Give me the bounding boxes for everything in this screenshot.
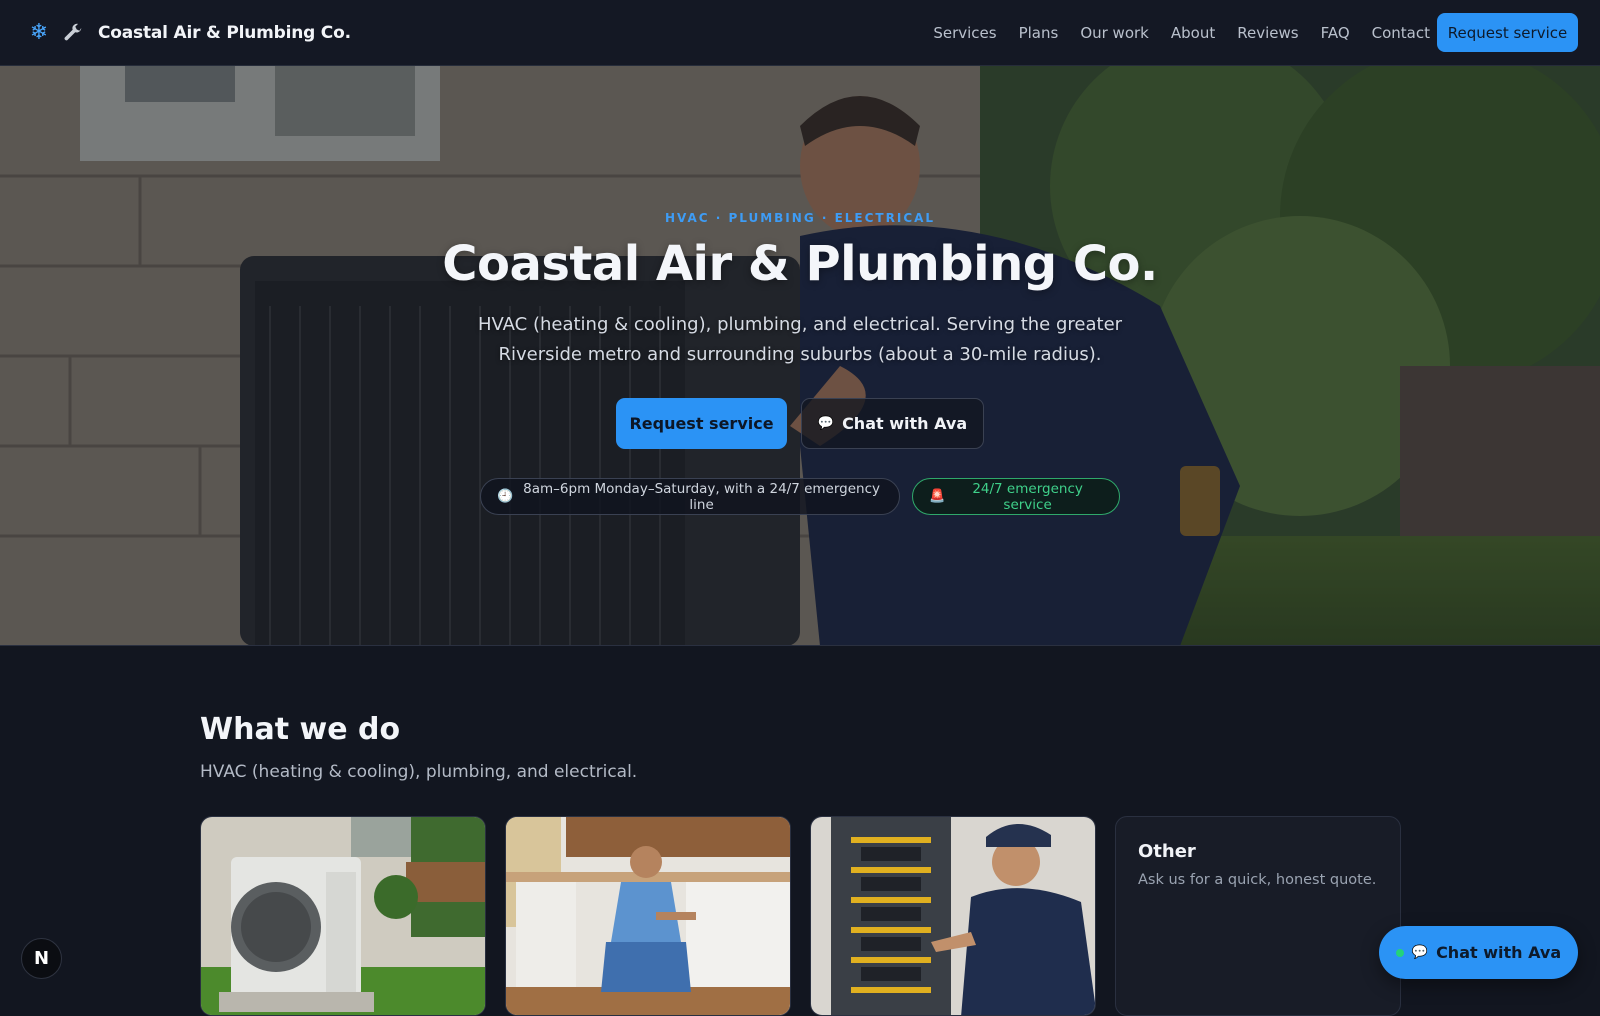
clock-icon: 🕘	[497, 489, 514, 504]
wrench-icon	[60, 20, 86, 46]
floating-chat-button[interactable]: 💬 Chat with Ava	[1379, 926, 1578, 979]
hero-chat-button[interactable]: 💬 Chat with Ava	[801, 398, 984, 449]
other-card-title: Other	[1138, 841, 1196, 862]
brand[interactable]: ❄ Coastal Air & Plumbing Co.	[26, 20, 351, 46]
siren-icon: 🚨	[929, 489, 946, 504]
emergency-pill: 🚨 24/7 emergency service	[912, 478, 1120, 515]
nav-request-service-button[interactable]: Request service	[1437, 13, 1578, 52]
other-card-subtitle: Ask us for a quick, honest quote.	[1138, 872, 1377, 888]
brand-name: Coastal Air & Plumbing Co.	[98, 23, 351, 43]
nav-link-plans[interactable]: Plans	[1019, 24, 1059, 42]
hvac-image	[201, 817, 485, 1015]
service-card-hvac[interactable]	[200, 816, 486, 1016]
hero-eyebrow: HVAC · PLUMBING · ELECTRICAL	[664, 211, 936, 225]
hero-subtitle: HVAC (heating & cooling), plumbing, and …	[477, 314, 1123, 365]
hero-pills: 🕘 8am–6pm Monday–Saturday, with a 24/7 e…	[0, 478, 1600, 515]
nav-link-about[interactable]: About	[1171, 24, 1215, 42]
nav-link-faq[interactable]: FAQ	[1321, 24, 1350, 42]
service-card-other[interactable]: Other Ask us for a quick, honest quote.	[1115, 816, 1401, 1016]
hero-title: Coastal Air & Plumbing Co.	[442, 236, 1158, 292]
chat-bubble-icon: 💬	[817, 416, 835, 431]
services-subtitle: HVAC (heating & cooling), plumbing, and …	[200, 762, 638, 782]
hero-content: HVAC · PLUMBING · ELECTRICAL Coastal Air…	[0, 66, 1600, 645]
nav-links: Services Plans Our work About Reviews FA…	[911, 0, 1430, 66]
hours-pill-text: 8am–6pm Monday–Saturday, with a 24/7 eme…	[523, 480, 881, 513]
services-section: What we do HVAC (heating & cooling), plu…	[0, 646, 1600, 1016]
snowflake-icon: ❄	[29, 20, 49, 45]
hero: HVAC · PLUMBING · ELECTRICAL Coastal Air…	[0, 66, 1600, 646]
nav-link-our-work[interactable]: Our work	[1080, 24, 1149, 42]
nav-link-contact[interactable]: Contact	[1372, 24, 1430, 42]
hero-request-service-button[interactable]: Request service	[616, 398, 787, 449]
nav-link-services[interactable]: Services	[933, 24, 996, 42]
online-status-dot	[1395, 948, 1404, 957]
floating-chat-label: Chat with Ava	[1436, 943, 1562, 962]
service-cards: Other Ask us for a quick, honest quote.	[200, 816, 1401, 1016]
hero-chat-label: Chat with Ava	[842, 414, 968, 433]
chat-bubble-icon: 💬	[1411, 945, 1429, 960]
hours-pill: 🕘 8am–6pm Monday–Saturday, with a 24/7 e…	[480, 478, 900, 515]
services-title: What we do	[200, 712, 401, 747]
service-card-electrical[interactable]	[810, 816, 1096, 1016]
electrical-image	[811, 817, 1095, 1015]
framework-badge[interactable]: N	[21, 938, 62, 979]
plumbing-image	[506, 817, 790, 1015]
hero-buttons: Request service 💬 Chat with Ava	[0, 398, 1600, 449]
emergency-pill-text: 24/7 emergency service	[972, 480, 1083, 513]
nav-link-reviews[interactable]: Reviews	[1237, 24, 1298, 42]
service-card-plumbing[interactable]	[505, 816, 791, 1016]
top-nav: ❄ Coastal Air & Plumbing Co. Services Pl…	[0, 0, 1600, 66]
